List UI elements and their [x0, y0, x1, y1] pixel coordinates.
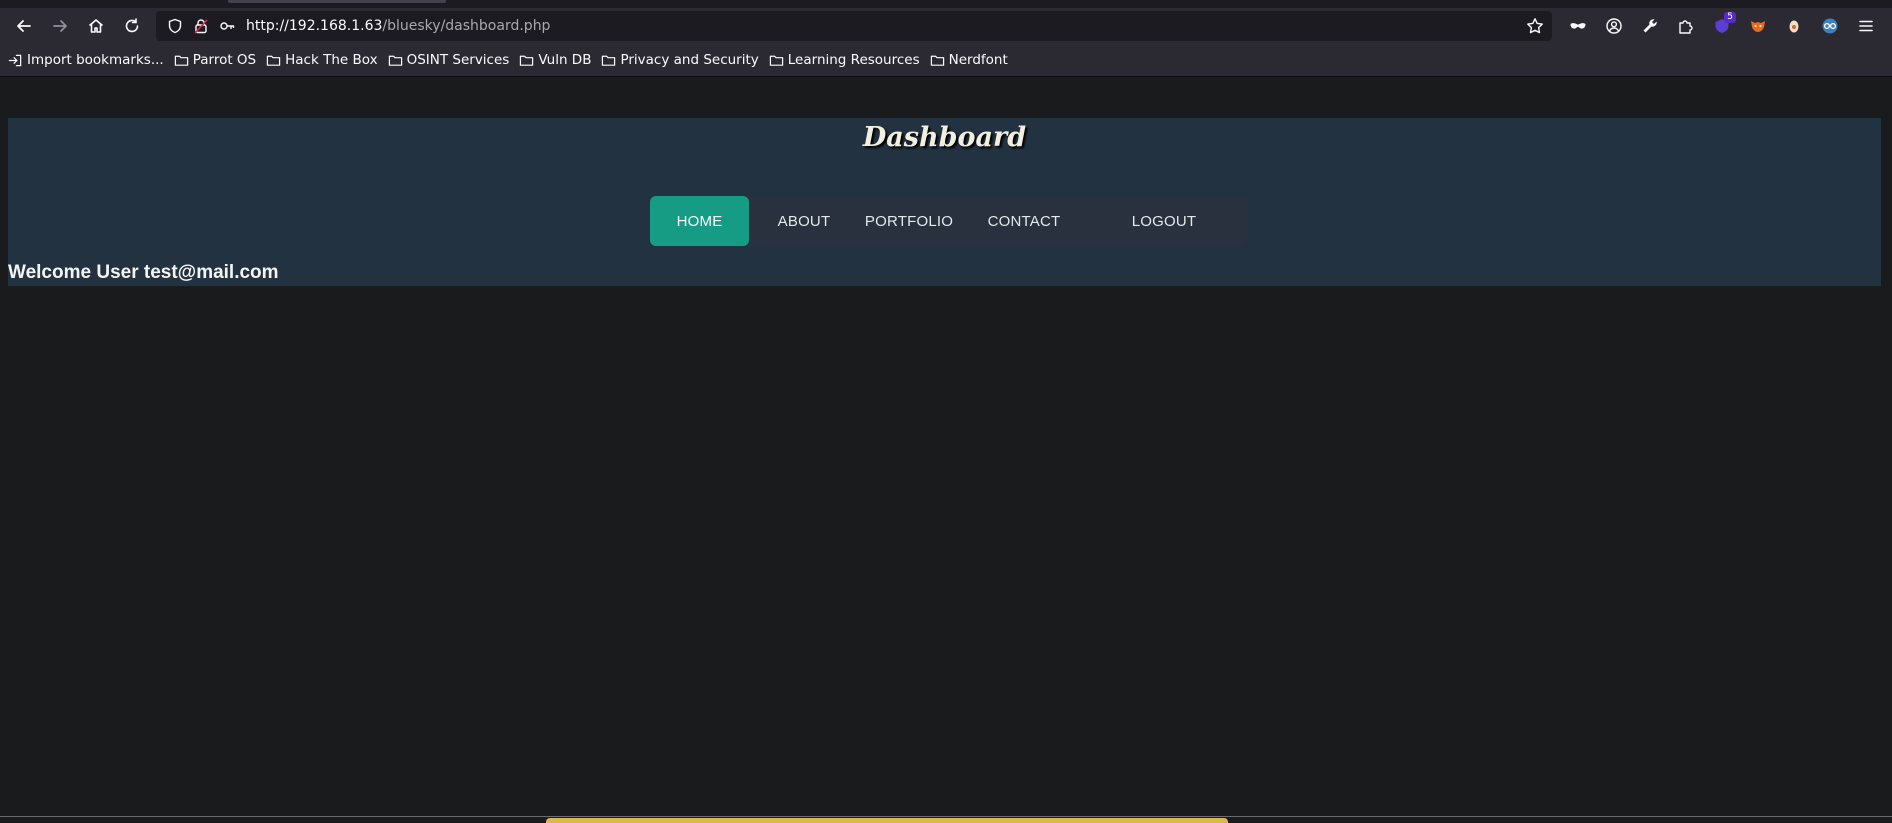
private-browsing-button[interactable]: [1560, 8, 1596, 44]
reload-icon: [125, 18, 139, 33]
folder-icon: [174, 55, 188, 66]
bookmark-folder-learning-resources[interactable]: Learning Resources: [769, 52, 920, 68]
reload-button[interactable]: [114, 8, 150, 44]
cookie-icon: [1789, 20, 1799, 33]
home-button[interactable]: [78, 8, 114, 44]
url-path: /bluesky/dashboard.php: [382, 18, 551, 34]
dashboard-header: Dashboard HOME ABOUT PORTFOLIO CONTACT L…: [8, 118, 1881, 286]
bookmark-folder-hack-the-box[interactable]: Hack The Box: [266, 52, 378, 68]
extension-purple-button[interactable]: 5: [1704, 8, 1740, 44]
extension-fox-button[interactable]: [1740, 8, 1776, 44]
bookmark-folder-osint-services[interactable]: OSINT Services: [388, 52, 510, 68]
bookmark-label: Import bookmarks...: [27, 52, 164, 68]
saved-logins-button[interactable]: [214, 18, 240, 34]
tracking-protection-button[interactable]: [162, 18, 188, 34]
key-icon: [220, 22, 235, 30]
fox-icon: [1751, 21, 1765, 32]
bookmark-label: Privacy and Security: [620, 52, 759, 68]
bookmark-folder-privacy-security[interactable]: Privacy and Security: [601, 52, 759, 68]
folder-icon: [266, 55, 281, 66]
app-menu-button[interactable]: [1848, 8, 1884, 44]
menu-portfolio[interactable]: PORTFOLIO: [859, 196, 959, 246]
status-divider: [0, 816, 1892, 817]
folder-icon: [602, 55, 616, 66]
shield-icon: [168, 18, 182, 34]
account-button[interactable]: [1596, 8, 1632, 44]
active-tab[interactable]: [228, 0, 446, 3]
star-icon: [1527, 18, 1543, 34]
bookmark-label: Learning Resources: [787, 52, 920, 68]
bookmark-label: OSINT Services: [406, 52, 510, 68]
account-icon: [1606, 18, 1622, 34]
bookmark-folder-parrot-os[interactable]: Parrot OS: [174, 52, 256, 68]
bookmark-star-button[interactable]: [1526, 17, 1544, 39]
import-icon: [8, 54, 22, 66]
forward-arrow-icon: [53, 20, 67, 32]
folder-icon: [520, 55, 534, 66]
hamburger-menu-icon: [1859, 20, 1873, 32]
bookmark-import[interactable]: Import bookmarks...: [8, 52, 164, 68]
glasses-icon: [1822, 18, 1838, 34]
wrench-icon: [1643, 19, 1657, 33]
menu-logout[interactable]: LOGOUT: [1089, 196, 1239, 246]
puzzle-icon: [1679, 20, 1693, 34]
bookmark-label: Vuln DB: [538, 52, 592, 68]
welcome-message: Welcome User test@mail.com: [8, 262, 279, 283]
back-button[interactable]: [6, 8, 42, 44]
navigation-toolbar: http://192.168.1.63/bluesky/dashboard.ph…: [0, 8, 1892, 44]
tools-button[interactable]: [1632, 8, 1668, 44]
bookmark-label: Nerdfont: [948, 52, 1008, 68]
menu-home[interactable]: HOME: [650, 196, 749, 246]
bookmark-label: Parrot OS: [192, 52, 257, 68]
folder-icon: [769, 55, 783, 66]
menu-about[interactable]: ABOUT: [749, 196, 859, 246]
folder-icon: [930, 55, 944, 66]
site-security-button[interactable]: [188, 18, 214, 34]
bookmark-folder-nerdfont[interactable]: Nerdfont: [930, 52, 1008, 68]
insecure-lock-icon: [194, 19, 208, 34]
url-host: http://192.168.1.63: [246, 18, 383, 34]
extension-cookie-button[interactable]: [1776, 8, 1812, 44]
extensions-area: 5: [1560, 8, 1884, 44]
back-arrow-icon: [17, 20, 31, 32]
extension-glasses-button[interactable]: [1812, 8, 1848, 44]
status-panel-edge: [546, 818, 1228, 823]
bookmarks-toolbar: Import bookmarks... Parrot OS Hack The B…: [0, 44, 1892, 77]
bookmark-label: Hack The Box: [285, 52, 378, 68]
bookmark-folder-vuln-db[interactable]: Vuln DB: [519, 52, 591, 68]
extension-badge: 5: [1724, 12, 1736, 23]
main-menu: HOME ABOUT PORTFOLIO CONTACT LOGOUT: [650, 196, 1247, 246]
home-icon: [88, 19, 104, 33]
extensions-button[interactable]: [1668, 8, 1704, 44]
menu-contact[interactable]: CONTACT: [959, 196, 1089, 246]
page-viewport: Dashboard HOME ABOUT PORTFOLIO CONTACT L…: [0, 78, 1892, 823]
url-bar[interactable]: http://192.168.1.63/bluesky/dashboard.ph…: [156, 11, 1552, 41]
forward-button[interactable]: [42, 8, 78, 44]
mask-icon: [1570, 23, 1586, 29]
url-text[interactable]: http://192.168.1.63/bluesky/dashboard.ph…: [246, 18, 550, 34]
page-title: Dashboard: [862, 122, 1027, 153]
folder-icon: [388, 55, 402, 66]
